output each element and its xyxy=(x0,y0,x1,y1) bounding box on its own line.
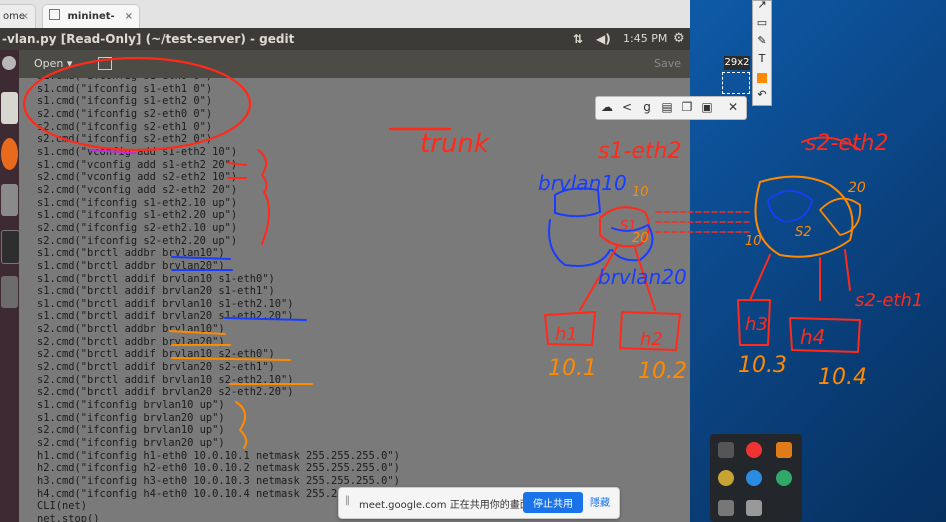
code-line: s2.cmd("brctl addbr brvlan20") xyxy=(37,335,225,348)
speaker-icon[interactable]: ◀) xyxy=(596,28,611,50)
share-icon[interactable]: < xyxy=(620,100,634,114)
color-icon[interactable] xyxy=(757,73,767,83)
code-line: s2.cmd("brctl addif brvlan10 s2-eth2.10"… xyxy=(37,373,294,386)
files-icon[interactable] xyxy=(1,92,18,124)
code-line: s1.cmd("ifconfig s1-eth1 0") xyxy=(37,82,213,95)
firefox-icon[interactable] xyxy=(1,138,18,170)
code-line: s1.cmd("brctl addif brvlan10 s1-eth0") xyxy=(37,272,275,285)
arrow-icon[interactable]: ↗ xyxy=(754,0,770,13)
code-line: h2.cmd("ifconfig h2-eth0 10.0.10.2 netma… xyxy=(37,462,400,475)
app-icon[interactable] xyxy=(746,442,762,458)
code-line: h1.cmd("ifconfig h1-eth0 10.0.10.1 netma… xyxy=(37,449,400,462)
editor-icon[interactable] xyxy=(1,276,18,308)
app-icon[interactable] xyxy=(746,500,762,516)
rectangle-icon[interactable]: ▭ xyxy=(754,15,770,31)
gear-icon[interactable]: ⚙ xyxy=(673,28,685,50)
code-line: s2.cmd("ifconfig s2-eth2.20 up") xyxy=(37,234,238,247)
code-line: s1.cmd("brctl addbr brvlan20") xyxy=(37,259,225,272)
drag-handle-icon[interactable]: ‖ xyxy=(345,495,350,506)
snip-draw-toolbar: ↗ ▭ ✎ T ↶ xyxy=(752,0,772,106)
page-icon xyxy=(49,9,60,20)
dash-icon[interactable] xyxy=(2,56,16,70)
window-title: -vlan.py [Read-Only] (~/test-server) - g… xyxy=(2,32,295,46)
code-line: s1.cmd("ifconfig brvlan20 up") xyxy=(37,411,225,424)
snip-share-toolbar: ☁ < g ▤ ❐ ▣ ✕ xyxy=(595,96,747,120)
terminal-icon[interactable] xyxy=(1,230,20,264)
browser-tab[interactable]: ome × xyxy=(0,4,36,28)
app-icon[interactable] xyxy=(718,442,734,458)
tab-close-icon[interactable]: × xyxy=(21,5,29,29)
code-line: s2.cmd("ifconfig s2-eth0 0") xyxy=(37,107,213,120)
meet-share-bar: ‖ meet.google.com 正在共用你的畫面。 停止共用 隱藏 xyxy=(338,487,620,519)
code-line: s1.cmd("ifconfig s1-eth2.10 up") xyxy=(37,196,238,209)
code-line: s1.cmd("ifconfig brvlan10 up") xyxy=(37,399,225,412)
gedit-toolbar: Open ▾ Save xyxy=(0,50,690,78)
tab-close-icon[interactable]: × xyxy=(125,5,133,29)
code-line: s1.cmd("ifconfig s1-eth2 0") xyxy=(37,95,213,108)
code-line: s2.cmd("brctl addif brvlan10 s2-eth0") xyxy=(37,348,275,361)
code-line: s2.cmd("ifconfig s2-eth2.10 up") xyxy=(37,221,238,234)
app-icon[interactable] xyxy=(718,470,734,486)
window-title-bar: -vlan.py [Read-Only] (~/test-server) - g… xyxy=(0,28,690,50)
code-line: h3.cmd("ifconfig h3-eth0 10.0.10.3 netma… xyxy=(37,475,400,487)
code-editor[interactable]: s1.cmd("ifconfig s1-eth0 0")s1.cmd("ifco… xyxy=(19,78,690,522)
telegram-icon[interactable] xyxy=(746,470,762,486)
code-line: s2.cmd("brctl addif brvlan20 s2-eth1") xyxy=(37,361,275,374)
edge-icon[interactable] xyxy=(776,470,792,486)
save-button[interactable]: Save xyxy=(654,55,681,73)
close-icon[interactable]: ✕ xyxy=(726,100,740,114)
code-line: s2.cmd("ifconfig brvlan10 up") xyxy=(37,424,225,437)
copy-icon[interactable]: ❐ xyxy=(680,100,694,114)
browser-tab[interactable]: mininet-wifip4 × xyxy=(42,4,140,46)
text-icon[interactable]: T xyxy=(754,51,770,67)
code-text: s1.cmd("ifconfig s1-eth0 0")s1.cmd("ifco… xyxy=(37,78,400,522)
code-line: s2.cmd("brctl addbr brvlan10") xyxy=(37,323,225,336)
system-tray-popup xyxy=(710,434,802,522)
code-line: s1.cmd("brctl addif brvlan20 s1-eth1") xyxy=(37,285,275,298)
code-line: s2.cmd("vconfig add s2-eth2 10") xyxy=(37,171,238,184)
code-line: s1.cmd("brctl addif brvlan10 s1-eth2.10"… xyxy=(37,297,294,310)
app-icon[interactable] xyxy=(776,442,792,458)
code-line: s2.cmd("vconfig add s2-eth2 20") xyxy=(37,183,238,196)
selection-box[interactable] xyxy=(722,72,750,94)
code-line: s1.cmd("brctl addbr brvlan10") xyxy=(37,247,225,260)
google-icon[interactable]: g xyxy=(640,100,654,114)
code-line: s1.cmd("vconfig add s1-eth2 20") xyxy=(37,158,238,171)
code-line: s1.cmd("brctl addif brvlan20 s1-eth2.20"… xyxy=(37,310,294,323)
clock[interactable]: 1:45 PM xyxy=(623,28,667,50)
open-button[interactable]: Open ▾ xyxy=(34,55,72,73)
pen-icon[interactable]: ✎ xyxy=(754,33,770,49)
arrows-updown-icon[interactable]: ⇅ xyxy=(573,28,583,50)
cloud-upload-icon[interactable]: ☁ xyxy=(600,100,614,114)
stop-sharing-button[interactable]: 停止共用 xyxy=(523,492,583,513)
code-line: s2.cmd("ifconfig s2-eth1 0") xyxy=(37,120,213,133)
unity-launcher xyxy=(0,50,20,522)
new-document-icon[interactable] xyxy=(98,57,112,70)
meet-message: meet.google.com 正在共用你的畫面。 xyxy=(359,500,540,511)
save-icon[interactable]: ▣ xyxy=(700,100,714,114)
hide-button[interactable]: 隱藏 xyxy=(590,494,610,509)
size-badge: 29x2 xyxy=(724,56,750,70)
undo-icon[interactable]: ↶ xyxy=(754,87,770,103)
code-line: s2.cmd("brctl addif brvlan20 s2-eth2.20"… xyxy=(37,386,294,399)
print-icon[interactable]: ▤ xyxy=(660,100,674,114)
code-line: s2.cmd("ifconfig s2-eth2 0") xyxy=(37,133,213,146)
browser-tab-strip: ome × mininet-wifip4 × xyxy=(0,0,690,46)
app-icon[interactable] xyxy=(718,500,734,516)
code-line: s1.cmd("vconfig add s1-eth2 10") xyxy=(37,145,238,158)
code-line: s2.cmd("ifconfig brvlan20 up") xyxy=(37,437,225,450)
settings-icon[interactable] xyxy=(1,184,18,216)
code-line: s1.cmd("ifconfig s1-eth2.20 up") xyxy=(37,209,238,222)
